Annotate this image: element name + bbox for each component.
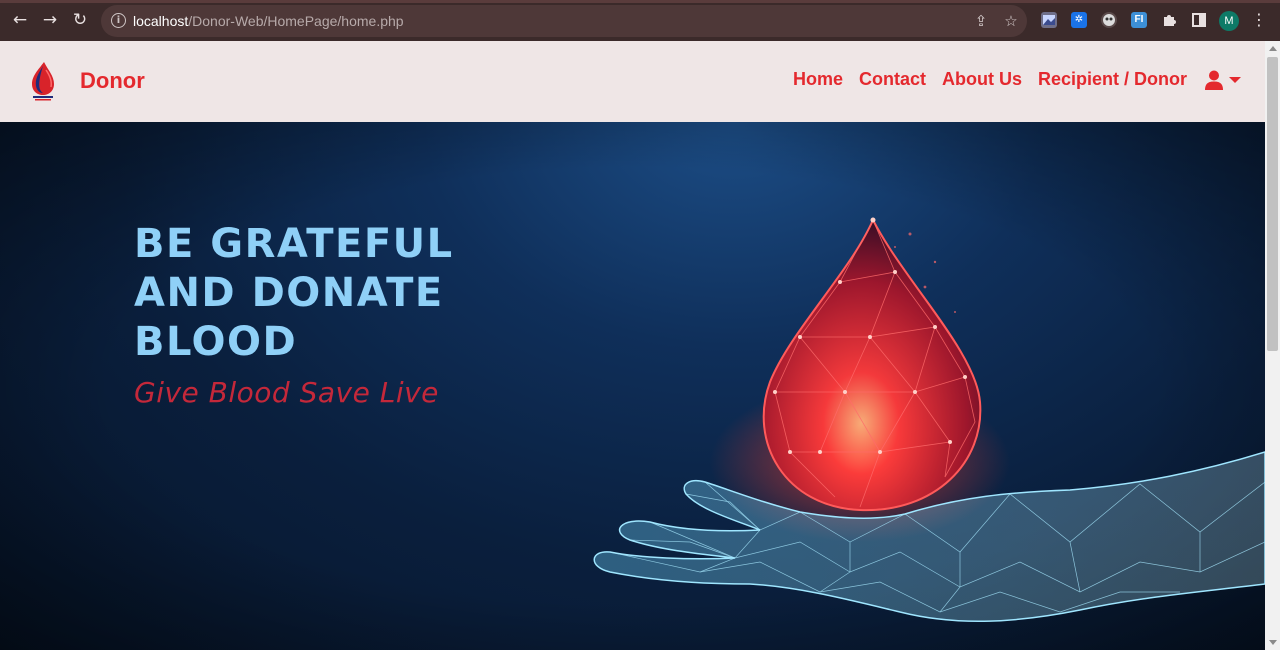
scrollbar-thumb[interactable]: [1267, 57, 1278, 351]
nav-links: Home Contact About Us Recipient / Donor: [793, 69, 1241, 90]
scroll-up-arrow-icon[interactable]: [1269, 46, 1277, 51]
url-host: localhost: [133, 13, 189, 29]
browser-toolbar: ← → ↻ i localhost/Donor-Web/HomePage/hom…: [0, 0, 1280, 41]
browser-menu-icon[interactable]: ⋮: [1251, 10, 1267, 30]
image-ext-glyph: [1043, 15, 1055, 25]
forward-arrow-icon[interactable]: →: [40, 10, 60, 30]
nav-about-link[interactable]: About Us: [942, 69, 1022, 90]
nav-home-link[interactable]: Home: [793, 69, 843, 90]
hero-tagline: Give Blood Save Live: [134, 376, 439, 409]
mask-ext-icon[interactable]: [1101, 12, 1117, 28]
user-icon: [1205, 70, 1223, 90]
user-dropdown[interactable]: [1205, 70, 1241, 90]
tab-strip-edge: [0, 0, 1280, 3]
chevron-down-icon: [1229, 76, 1241, 83]
url-text[interactable]: localhost/Donor-Web/HomePage/home.php: [133, 13, 404, 29]
scroll-down-arrow-icon[interactable]: [1269, 640, 1277, 645]
fi-ext-label: FI: [1134, 14, 1144, 25]
puzzle-glyph: [1164, 15, 1176, 26]
fi-ext-icon[interactable]: FI: [1131, 12, 1147, 28]
address-bar[interactable]: i localhost/Donor-Web/HomePage/home.php …: [101, 5, 1027, 37]
image-ext-icon[interactable]: [1041, 12, 1057, 28]
reload-icon[interactable]: ↻: [70, 10, 90, 30]
bookmark-star-icon[interactable]: ☆: [1001, 11, 1021, 31]
headline-line-3: BLOOD: [134, 319, 298, 365]
side-panel-icon[interactable]: [1189, 10, 1209, 30]
extensions-puzzle-icon[interactable]: [1159, 10, 1179, 30]
mask-ext-glyph: [1103, 14, 1115, 26]
site-navbar: Donor Home Contact About Us Recipient / …: [0, 41, 1265, 123]
nav-contact-link[interactable]: Contact: [859, 69, 926, 90]
page-scrollbar[interactable]: [1265, 41, 1280, 650]
hero-banner: BE GRATEFUL AND DONATE BLOOD Give Blood …: [0, 122, 1265, 650]
share-icon[interactable]: ⇪: [971, 11, 991, 31]
nav-recipient-donor-link[interactable]: Recipient / Donor: [1038, 69, 1187, 90]
profile-avatar[interactable]: M: [1219, 11, 1239, 31]
donor-logo-icon[interactable]: [26, 60, 60, 102]
settings-ext-glyph: ✲: [1074, 14, 1084, 25]
hero-headline: BE GRATEFUL AND DONATE BLOOD: [134, 220, 454, 367]
site-info-icon[interactable]: i: [111, 13, 126, 28]
back-arrow-icon[interactable]: ←: [10, 10, 30, 30]
url-path: /Donor-Web/HomePage/home.php: [188, 13, 404, 29]
headline-line-1: BE GRATEFUL: [134, 221, 454, 267]
brand-name[interactable]: Donor: [80, 68, 145, 94]
side-panel-glyph: [1192, 13, 1206, 27]
headline-line-2: AND DONATE: [134, 270, 444, 316]
settings-ext-icon[interactable]: ✲: [1071, 12, 1087, 28]
